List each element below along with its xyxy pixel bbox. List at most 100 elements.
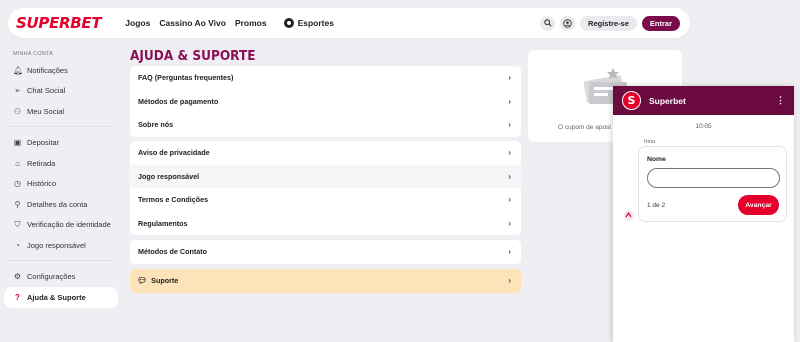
chat-form-card: Nome 1 de 2 Avançar [638,146,787,222]
help-item-termos-condicoes[interactable]: Termos e Condições › [130,188,521,212]
bank-icon: ⌂ [15,158,20,168]
history-icon: ◷ [14,179,21,189]
betslip-empty-text: O cupom de apost [558,124,612,131]
help-item-label: Suporte [151,276,179,286]
chevron-right-icon: › [508,120,511,130]
register-button[interactable]: Registre-se [580,15,637,31]
nav-esportes[interactable]: Esportes [283,18,334,28]
sidebar-item-verificacao[interactable]: ⛉ Verificação de identidade [0,215,122,236]
help-group-support: 💬︎ Suporte › [130,269,521,293]
support-chat-widget: S Superbet ⋮ 10:05 Irina Nome 1 de 2 Ava… [613,86,794,342]
chat-timestamp: 10:05 [695,123,712,130]
name-input[interactable] [647,168,780,188]
sidebar-divider [8,125,114,127]
superbet-logo[interactable]: SUPERBET [16,14,102,32]
sidebar-item-notificacoes[interactable]: 🔔︎ Notificações [0,60,122,81]
sidebar-item-historico[interactable]: ◷ Histórico [0,174,122,195]
help-group-legal: Aviso de privacidade › Jogo responsável › … [130,141,521,235]
chat-header: S Superbet ⋮ [613,86,794,115]
bell-icon: 🔔︎ [13,65,24,75]
search-button[interactable] [540,15,556,31]
help-item-suporte[interactable]: 💬︎ Suporte › [130,269,521,293]
nav-jogos[interactable]: Jogos [125,18,150,28]
help-item-label: FAQ (Perguntas frequentes) [138,73,234,83]
sidebar-item-detalhes-da-conta[interactable]: ⚲ Detalhes da conta [0,194,122,215]
sidebar-item-jogo-responsavel[interactable]: ◔ Jogo responsável [0,235,122,256]
sidebar-item-label: Depositar [27,138,60,148]
help-icon: ? [15,292,20,302]
chevron-right-icon: › [508,218,511,228]
gauge-icon: ◔ [15,240,20,250]
chevron-right-icon: › [508,276,511,286]
sidebar-item-depositar[interactable]: ▣ Depositar [0,133,122,154]
more-vertical-icon[interactable]: ⋮ [776,95,785,106]
sidebar-item-ajuda-suporte[interactable]: ? Ajuda & Suporte [4,287,118,308]
top-navbar: SUPERBET Jogos Cassino Ao Vivo Promos Es… [8,8,690,38]
sidebar-item-label: Chat Social [27,86,66,96]
shield-check-icon: ⛉ [14,220,21,230]
login-button[interactable]: Entrar [641,15,680,31]
nav-cassino-ao-vivo[interactable]: Cassino Ao Vivo [159,18,226,28]
sidebar-item-label: Meu Social [27,106,65,116]
help-item-faq[interactable]: FAQ (Perguntas frequentes) › [130,66,521,90]
help-item-metodos-contato[interactable]: Métodos de Contato › [130,240,521,264]
sidebar-item-label: Detalhes da conta [27,199,88,209]
support-chat-icon: 💬︎ [137,276,148,286]
user-circle-icon [563,18,572,28]
form-step-indicator: 1 de 2 [647,202,666,209]
user-icon: ⚲ [14,199,21,209]
sidebar-item-label: Jogo responsável [27,240,86,250]
profile-button[interactable] [560,15,576,31]
chevron-right-icon: › [508,148,511,158]
chevron-right-icon: › [508,73,511,83]
sidebar-item-label: Ajuda & Suporte [27,292,86,302]
nav-promos[interactable]: Promos [235,18,267,28]
sidebar-item-label: Verificação de identidade [27,220,111,230]
sidebar-item-retirada[interactable]: ⌂ Retirada [0,153,122,174]
sidebar-item-label: Retirada [27,158,56,168]
page-title: AJUDA & SUPORTE [130,48,256,64]
chat-title: Superbet [649,95,686,106]
search-icon [543,19,552,27]
sidebar-divider [8,259,114,261]
help-item-sobre-nos[interactable]: Sobre nós › [130,113,521,137]
help-item-label: Jogo responsável [138,171,200,181]
help-item-label: Métodos de pagamento [138,96,219,106]
sidebar-item-label: Histórico [27,179,57,189]
help-group-contact: Métodos de Contato › [130,240,521,264]
help-item-label: Termos e Condições [138,195,209,205]
soccer-ball-icon [283,18,294,28]
help-item-aviso-privacidade[interactable]: Aviso de privacidade › [130,141,521,165]
sidebar-item-meu-social[interactable]: ⚇ Meu Social [0,101,122,122]
send-icon: ➢ [14,86,21,96]
main-nav: Jogos Cassino Ao Vivo Promos Esportes [125,18,334,28]
help-item-label: Métodos de Contato [138,247,208,257]
account-sidebar: MINHA CONTA 🔔︎ Notificações ➢ Chat Social … [0,44,122,308]
chevron-right-icon: › [508,96,511,106]
header-actions: Registre-se Entrar [540,15,680,31]
help-item-regulamentos[interactable]: Regulamentos › [130,212,521,236]
gear-icon: ⚙ [13,272,22,282]
chevron-right-icon: › [508,195,511,205]
sidebar-item-chat-social[interactable]: ➢ Chat Social [0,81,122,102]
chevron-right-icon: › [508,171,511,181]
sidebar-item-configuracoes[interactable]: ⚙ Configurações [0,267,122,288]
agent-avatar-icon [623,210,634,221]
help-item-jogo-responsavel[interactable]: Jogo responsável › [130,164,521,188]
help-item-label: Aviso de privacidade [138,148,210,158]
sidebar-section-title: MINHA CONTA [13,51,53,57]
help-group-info: FAQ (Perguntas frequentes) › Métodos de p… [130,66,521,137]
superbet-chat-logo: S [622,91,641,110]
nav-esportes-label: Esportes [297,18,334,28]
chevron-right-icon: › [508,247,511,257]
wallet-icon: ▣ [13,138,22,148]
name-field-label: Nome [647,156,666,163]
sidebar-item-label: Configurações [27,272,76,282]
next-button[interactable]: Avançar [738,195,779,215]
chat-agent-name: Irina [644,139,656,145]
sidebar-item-label: Notificações [27,65,68,75]
help-item-label: Sobre nós [138,120,174,130]
help-item-label: Regulamentos [138,218,188,228]
help-item-metodos-pagamento[interactable]: Métodos de pagamento › [130,90,521,114]
people-icon: ⚇ [13,106,22,116]
